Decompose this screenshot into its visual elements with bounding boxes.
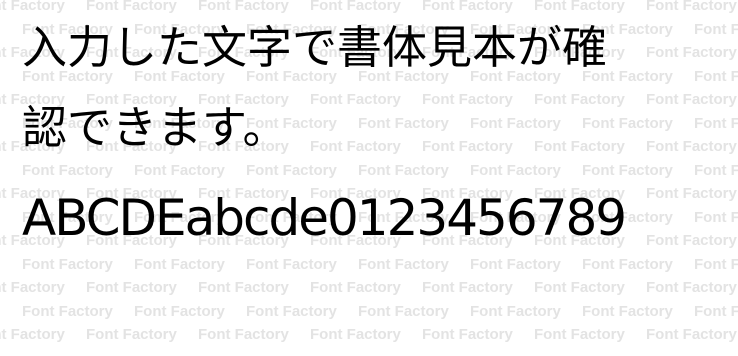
sample-text-line-2: 認できます。 [22,101,288,154]
sample-text-line-1: 入力した文字で書体見本が確 [22,21,608,74]
font-sample-area: 入力した文字で書体見本が確 認できます。 ABCDEabcde012345678… [0,0,738,356]
sample-text-line-3: ABCDEabcde0123456789 [22,189,627,247]
